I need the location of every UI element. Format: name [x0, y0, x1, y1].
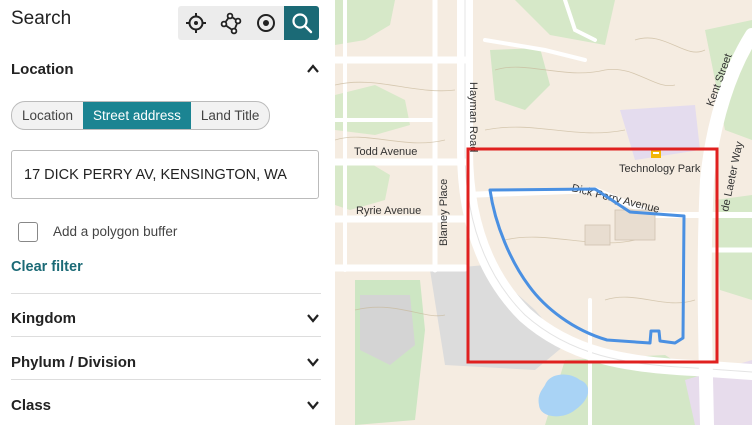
polygon-draw-icon	[220, 12, 242, 35]
location-section-header[interactable]: Location	[11, 59, 321, 79]
class-section-header[interactable]: Class	[11, 395, 321, 415]
kingdom-section-header[interactable]: Kingdom	[11, 308, 321, 328]
address-input[interactable]: 17 DICK PERRY AV, KENSINGTON, WA	[11, 150, 319, 199]
crosshair-icon	[186, 13, 206, 33]
location-type-tabs: Location Street address Land Title	[11, 101, 271, 130]
chevron-down-icon	[307, 314, 319, 323]
phylum-section-label: Phylum / Division	[11, 353, 137, 371]
map-label-ryrie-avenue: Ryrie Avenue	[356, 205, 421, 217]
map-label-technology-park: Technology Park	[619, 163, 701, 175]
poi-marker-icon[interactable]	[651, 150, 661, 158]
polygon-buffer-checkbox[interactable]	[18, 222, 38, 242]
search-toolbar	[178, 6, 319, 40]
polygon-buffer-label: Add a polygon buffer	[53, 224, 178, 239]
kingdom-section-label: Kingdom	[11, 309, 76, 327]
divider	[11, 293, 321, 294]
phylum-section-header[interactable]: Phylum / Division	[11, 352, 321, 372]
map-canvas[interactable]: Todd Avenue Ryrie Avenue Blamey Place Ha…	[335, 0, 752, 425]
clear-filter-link[interactable]: Clear filter	[11, 259, 83, 275]
map-label-todd-avenue: Todd Avenue	[354, 146, 417, 158]
chevron-up-icon	[307, 64, 319, 73]
radius-icon	[257, 14, 275, 32]
search-icon	[291, 13, 312, 34]
map-label-blamey-place: Blamey Place	[438, 179, 450, 246]
search-panel: Search Location Location Street address …	[0, 0, 335, 425]
map-view[interactable]: Todd Avenue Ryrie Avenue Blamey Place Ha…	[335, 0, 752, 425]
location-section-label: Location	[11, 60, 74, 78]
tab-location[interactable]: Location	[12, 102, 83, 129]
polygon-draw-tool-button[interactable]	[214, 6, 248, 40]
search-tool-button[interactable]	[284, 6, 319, 40]
tab-land-title[interactable]: Land Title	[191, 102, 270, 129]
class-section-label: Class	[11, 396, 52, 414]
map-label-hayman-road: Hayman Road	[467, 82, 479, 152]
chevron-down-icon	[307, 358, 319, 367]
tab-street-address[interactable]: Street address	[83, 102, 191, 129]
divider	[11, 336, 321, 337]
panel-title: Search	[11, 8, 72, 29]
chevron-down-icon	[307, 401, 319, 410]
divider	[11, 379, 321, 380]
crosshair-tool-button[interactable]	[179, 6, 213, 40]
radius-tool-button[interactable]	[249, 6, 283, 40]
